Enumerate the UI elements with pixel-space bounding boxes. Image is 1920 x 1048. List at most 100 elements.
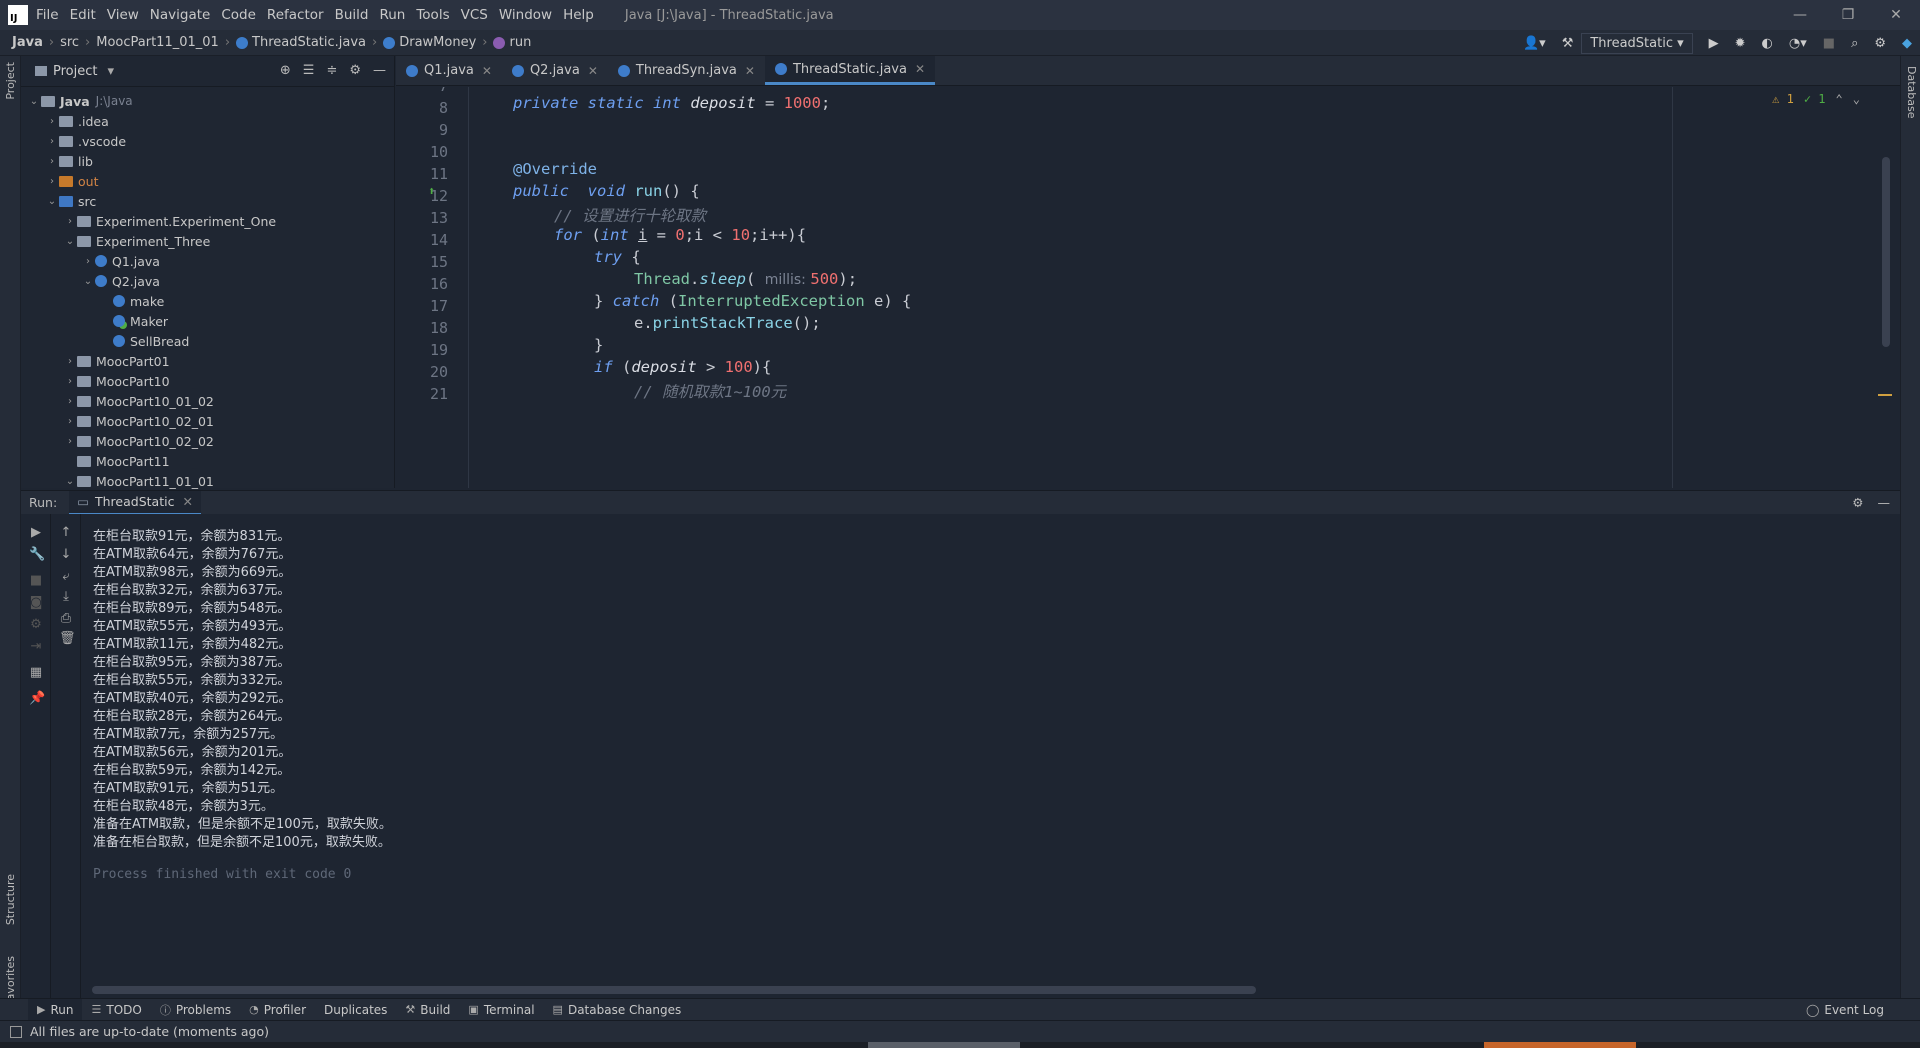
restore-button[interactable]: ❐	[1824, 0, 1872, 30]
tab-threadsyn[interactable]: ThreadSyn.java ✕	[608, 56, 765, 85]
expand-all-icon[interactable]: ☰	[303, 63, 315, 78]
arrow-up-icon[interactable]: ↑	[59, 526, 73, 540]
tool-tab-duplicates[interactable]: Duplicates	[315, 999, 396, 1021]
user-icon[interactable]: 👤▾	[1523, 36, 1546, 51]
console-hscrollbar[interactable]	[92, 986, 1256, 994]
tree-item[interactable]: SellBread	[21, 331, 394, 351]
tool-tab-profiler[interactable]: ◔ Profiler	[240, 999, 315, 1021]
run-tab-threadstatic[interactable]: ▭ ThreadStatic ✕	[69, 490, 201, 515]
expand-arrow-icon[interactable]: ›	[45, 156, 59, 167]
breadcrumb-file[interactable]: ThreadStatic.java	[236, 35, 366, 50]
close-tab-icon[interactable]: ✕	[588, 64, 598, 78]
menu-file[interactable]: File	[36, 7, 66, 23]
wrench-icon[interactable]: 🔧	[29, 548, 45, 562]
tree-item[interactable]: Maker	[21, 311, 394, 331]
status-toggle-icon[interactable]	[10, 1025, 22, 1038]
tool-tab-terminal[interactable]: ▣ Terminal	[459, 999, 543, 1021]
tool-tab-run[interactable]: ▶ Run	[28, 998, 83, 1021]
warning-marker[interactable]	[1878, 394, 1892, 396]
database-tool-tab[interactable]: Database	[1905, 66, 1918, 119]
breadcrumb-class[interactable]: DrawMoney	[383, 35, 476, 50]
prev-highlight-icon[interactable]: ⌃	[1836, 92, 1843, 106]
close-tab-icon[interactable]: ✕	[745, 64, 755, 78]
tree-item[interactable]: › Q1.java	[21, 251, 394, 271]
debug-icon[interactable]: ✹	[1735, 36, 1746, 51]
close-run-tab-icon[interactable]: ✕	[182, 494, 192, 509]
tree-item[interactable]: ⌄ Experiment_Three	[21, 231, 394, 251]
tree-item[interactable]: › out	[21, 171, 394, 191]
editor-scrollbar[interactable]	[1882, 157, 1890, 347]
tab-q2[interactable]: Q2.java ✕	[502, 56, 608, 85]
menu-navigate[interactable]: Navigate	[150, 7, 218, 23]
expand-arrow-icon[interactable]: ›	[63, 416, 77, 427]
tool-tab-build[interactable]: ⚒ Build	[396, 999, 459, 1021]
event-log-button[interactable]: ◯ Event Log	[1806, 1003, 1884, 1017]
expand-arrow-icon[interactable]: ›	[45, 176, 59, 187]
exit-icon[interactable]: ⇥	[29, 640, 43, 654]
tool-tab-todo[interactable]: ☰ TODO	[82, 999, 150, 1021]
tree-item[interactable]: › MoocPart10	[21, 371, 394, 391]
tool-tab-problems[interactable]: ⓘ Problems	[151, 999, 240, 1021]
hide-run-icon[interactable]: —	[1878, 495, 1891, 510]
rerun-icon[interactable]: ▶	[29, 526, 43, 540]
tree-item[interactable]: › MoocPart10_01_02	[21, 391, 394, 411]
project-tool-tab[interactable]: Project	[4, 62, 17, 100]
search-icon[interactable]: ⌕	[1851, 36, 1858, 51]
chevron-down-icon[interactable]: ▾	[107, 64, 114, 79]
thread-dump-icon[interactable]: ⚙	[29, 618, 43, 632]
menu-vcs[interactable]: VCS	[461, 7, 495, 23]
close-tab-icon[interactable]: ✕	[482, 64, 492, 78]
tab-threadstatic[interactable]: ThreadStatic.java ✕	[764, 56, 936, 85]
tree-item[interactable]: › MoocPart10_02_01	[21, 411, 394, 431]
scroll-to-end-icon[interactable]: ⤓	[59, 590, 73, 604]
tree-item[interactable]: › Experiment.Experiment_One	[21, 211, 394, 231]
menu-tools[interactable]: Tools	[416, 7, 456, 23]
settings-icon[interactable]: ⚙	[1874, 36, 1886, 51]
expand-arrow-icon[interactable]: ›	[63, 436, 77, 447]
tree-item[interactable]: › MoocPart10_02_02	[21, 431, 394, 451]
trash-icon[interactable]: 🗑	[59, 632, 76, 646]
expand-arrow-icon[interactable]: ⌄	[63, 476, 77, 487]
menu-window[interactable]: Window	[499, 7, 559, 23]
structure-tool-tab[interactable]: Structure	[4, 874, 17, 925]
tree-item[interactable]: › MoocPart01	[21, 351, 394, 371]
collapse-all-icon[interactable]: ≑	[326, 63, 337, 78]
tool-tab-database-changes[interactable]: ▤ Database Changes	[544, 999, 691, 1021]
breadcrumb-method[interactable]: run	[493, 35, 531, 50]
code-editor[interactable]: 789101112131415161718192021 ⚠ 1 ✓ 1 ⌃ ⌄ …	[396, 87, 1900, 488]
tree-item[interactable]: › lib	[21, 151, 394, 171]
tree-item[interactable]: make	[21, 291, 394, 311]
menu-help[interactable]: Help	[563, 7, 601, 23]
menu-code[interactable]: Code	[221, 7, 263, 23]
expand-arrow-icon[interactable]: ⌄	[27, 96, 41, 107]
expand-arrow-icon[interactable]: ›	[63, 216, 77, 227]
breadcrumb-package[interactable]: MoocPart11_01_01	[96, 35, 219, 50]
build-hammer-icon[interactable]: ⚒	[1562, 36, 1574, 51]
tree-item[interactable]: MoocPart11	[21, 451, 394, 471]
next-highlight-icon[interactable]: ⌄	[1853, 92, 1860, 106]
tree-item[interactable]: ⌄ src	[21, 191, 394, 211]
hide-icon[interactable]: —	[373, 63, 386, 78]
plugin-icon[interactable]: ◆	[1902, 36, 1912, 51]
breadcrumb-src[interactable]: src	[60, 35, 79, 50]
pin-icon[interactable]: 📌	[29, 692, 45, 706]
project-view-select[interactable]: Project	[53, 64, 97, 79]
profile-icon[interactable]: ◔▾	[1789, 36, 1807, 51]
ok-count[interactable]: ✓ 1	[1804, 92, 1826, 106]
expand-arrow-icon[interactable]: ⌄	[63, 236, 77, 247]
menu-build[interactable]: Build	[335, 7, 376, 23]
minimize-button[interactable]: —	[1776, 0, 1824, 30]
print-icon[interactable]: ⎙	[59, 612, 73, 626]
expand-arrow-icon[interactable]: ⌄	[81, 276, 95, 287]
breadcrumb-project[interactable]: Java	[12, 35, 43, 50]
run-configuration-select[interactable]: ThreadStatic ▾	[1581, 32, 1693, 54]
locate-icon[interactable]: ⊕	[280, 63, 291, 78]
tab-q1[interactable]: Q1.java ✕	[396, 56, 502, 85]
camera-icon[interactable]: ◙	[29, 596, 43, 610]
close-button[interactable]: ✕	[1872, 0, 1920, 30]
layout-icon[interactable]: ▦	[29, 666, 43, 680]
menu-run[interactable]: Run	[379, 7, 412, 23]
expand-arrow-icon[interactable]: ›	[63, 356, 77, 367]
tree-item[interactable]: ⌄ Java J:\Java	[21, 91, 394, 111]
tree-item[interactable]: › .vscode	[21, 131, 394, 151]
